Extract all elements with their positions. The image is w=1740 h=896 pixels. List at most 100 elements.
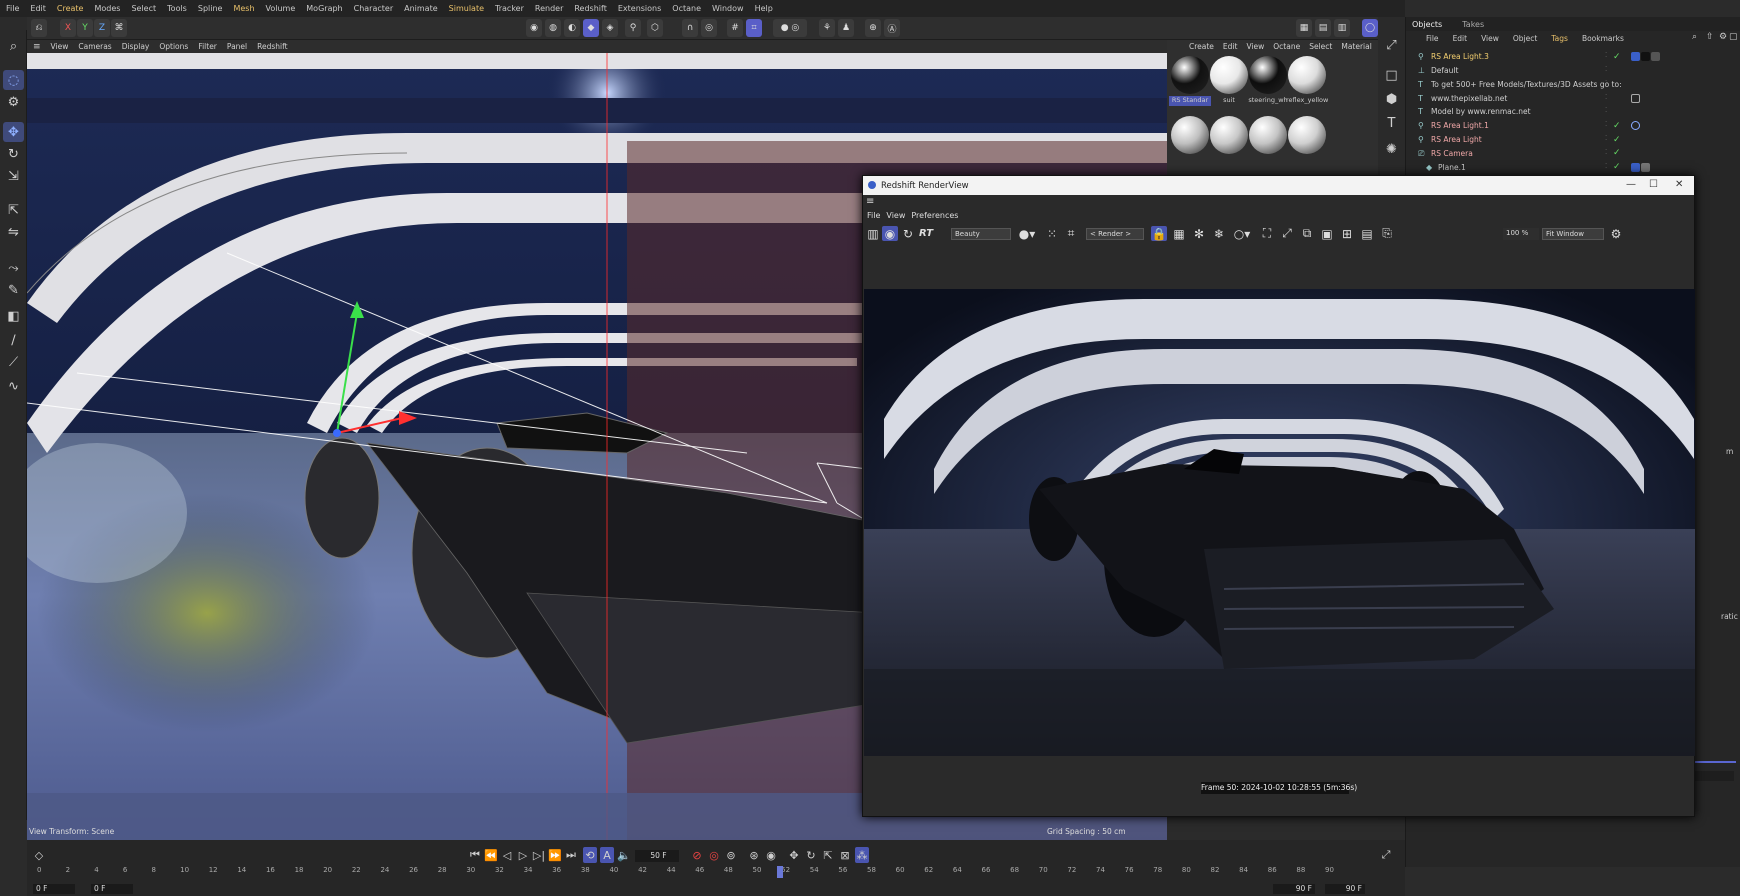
settings-icon[interactable]: ⚙	[1719, 32, 1727, 42]
maximize-icon[interactable]: ☐	[1649, 179, 1658, 190]
redshift-render-icon[interactable]: ◯	[1362, 19, 1378, 37]
object-row[interactable]: ⚲ RS Area Light.1 ⁚ ✓	[1406, 119, 1740, 133]
visibility-dots-icon[interactable]: ⁚	[1605, 120, 1613, 131]
next-frame-icon[interactable]: ▷|	[532, 847, 546, 863]
viewport-menu-options[interactable]: Options	[159, 42, 188, 51]
channel-icon[interactable]: ●▾	[1017, 226, 1037, 241]
object-row[interactable]: T To get 500+ Free Models/Textures/3D Ass…	[1406, 78, 1740, 92]
model-mode-icon[interactable]: ◆	[583, 19, 599, 37]
snap-icon[interactable]: ◎	[701, 19, 717, 37]
menu-file[interactable]: File	[6, 4, 19, 13]
snowflake-icon[interactable]: ❄	[1211, 226, 1227, 241]
timeline-expand-icon[interactable]: ⤢	[1379, 847, 1393, 863]
material-swatch[interactable]	[1210, 116, 1248, 154]
knife-icon[interactable]: ∕	[3, 330, 24, 350]
material-swatch[interactable]	[1171, 56, 1209, 94]
coord-system-icon[interactable]: ⌘	[111, 19, 127, 37]
scale-key-icon[interactable]: ✥	[787, 847, 801, 863]
preview-end-field[interactable]: 90 F	[1273, 884, 1315, 894]
edit-render-settings-icon[interactable]: ▥	[1334, 19, 1350, 37]
material-menu-create[interactable]: Create	[1189, 42, 1214, 51]
selection-icon[interactable]: ◌	[3, 70, 24, 90]
object-row[interactable]: ◆ Plane.1 ⁚ ✓	[1406, 160, 1740, 174]
visibility-dots-icon[interactable]: ⁚	[1605, 93, 1613, 104]
magnet-tool-icon[interactable]: ∿	[3, 376, 24, 396]
spline-pen-icon[interactable]: ⤳	[3, 258, 24, 278]
cube-outline-icon[interactable]: □	[1381, 65, 1402, 85]
circle-dropdown-icon[interactable]: ○▾	[1231, 226, 1253, 241]
preview-start-field[interactable]: 0 F	[91, 884, 133, 894]
undo-icon[interactable]: ⎌	[31, 19, 47, 37]
material-tag-icon[interactable]	[1631, 162, 1640, 172]
material-swatch[interactable]	[1249, 56, 1287, 94]
material-tag-icon[interactable]	[1641, 52, 1650, 62]
go-to-start-icon[interactable]: ⏮	[468, 847, 482, 863]
render-start-icon[interactable]: ◉	[882, 226, 898, 241]
compare-icon[interactable]: ⧉	[1299, 226, 1315, 241]
material-menu-octane[interactable]: Octane	[1273, 42, 1300, 51]
menu-tracker[interactable]: Tracker	[495, 4, 524, 13]
visibility-dots-icon[interactable]: ⁚	[1605, 106, 1613, 117]
redshift-object-icon[interactable]: ✺	[1381, 139, 1402, 159]
material-tag-icon[interactable]	[1641, 162, 1650, 172]
bridge-icon[interactable]: ⟋	[3, 352, 24, 372]
keyframe-selection-icon[interactable]: ⊚	[724, 847, 738, 863]
point-mode-icon[interactable]: ◍	[545, 19, 561, 37]
tab-objects[interactable]: Objects	[1412, 20, 1442, 29]
camera-icon[interactable]: ⊕	[865, 19, 881, 37]
zoom-field[interactable]: 100 %	[1503, 228, 1539, 240]
objects-menu-object[interactable]: Object	[1513, 34, 1537, 43]
renderview-menu-view[interactable]: View	[886, 211, 905, 220]
edge-mode-icon[interactable]: ◐	[564, 19, 580, 37]
maximize-icon[interactable]: ▢	[1729, 32, 1738, 42]
fit-icon[interactable]: ⤢	[1279, 226, 1295, 241]
timeline-ruler[interactable]: 0 2 4 6 8 10 12 14 16 18 20 22 24 26 28 30 32 34 36 38 40 42 4…	[27, 866, 1370, 896]
search-icon[interactable]: ⌕	[3, 36, 24, 56]
add-object-icon[interactable]: ⤢	[1381, 35, 1402, 55]
magnet-icon[interactable]: ∩	[682, 19, 698, 37]
viewport-menu-redshift[interactable]: Redshift	[257, 42, 287, 51]
material-menu-material[interactable]: Material	[1341, 42, 1371, 51]
aov-select[interactable]: Beauty	[951, 228, 1011, 240]
live-select-icon[interactable]: ⚙	[3, 92, 24, 112]
start-frame-field[interactable]: 0 F	[33, 884, 75, 894]
history-snapshot-icon[interactable]: ▤	[1359, 226, 1375, 241]
move-icon[interactable]: ✥	[3, 122, 24, 142]
viewport-menu-filter[interactable]: Filter	[198, 42, 217, 51]
viewport-hamburger-icon[interactable]: ≡	[33, 42, 41, 52]
objects-menu-file[interactable]: File	[1426, 34, 1439, 43]
menu-simulate[interactable]: Simulate	[449, 4, 484, 13]
enabled-check-icon[interactable]: ✓	[1613, 52, 1621, 62]
text-tool-icon[interactable]: T	[1381, 113, 1402, 133]
material-swatch[interactable]	[1171, 116, 1209, 154]
menu-select[interactable]: Select	[131, 4, 156, 13]
save-image-icon[interactable]: ⎘	[1379, 226, 1395, 241]
material-menu-view[interactable]: View	[1246, 42, 1264, 51]
object-row[interactable]: Twww.thepixellab.net ⁚	[1406, 91, 1740, 105]
tweak-mode-icon[interactable]: ⬡	[647, 19, 663, 37]
material-swatch[interactable]	[1288, 56, 1326, 94]
grid-snap-icon[interactable]: #	[727, 19, 743, 37]
enabled-check-icon[interactable]: ✓	[1613, 162, 1621, 172]
workplane-icon[interactable]: ⌗	[746, 19, 762, 37]
renderview-menu-file[interactable]: File	[867, 211, 880, 220]
pla-key-icon[interactable]: ⇱	[821, 847, 835, 863]
clapper-icon[interactable]: ▥	[866, 226, 880, 241]
visibility-dots-icon[interactable]: ⁚	[1605, 79, 1613, 90]
hamburger-menu-icon[interactable]: ≡	[866, 196, 874, 207]
objects-menu-view[interactable]: View	[1481, 34, 1499, 43]
lock-camera-icon[interactable]: 🔒	[1151, 226, 1167, 241]
objects-menu-edit[interactable]: Edit	[1453, 34, 1468, 43]
record-icon[interactable]: ⊘	[690, 847, 704, 863]
menu-mesh[interactable]: Mesh	[233, 4, 254, 13]
menu-character[interactable]: Character	[354, 4, 394, 13]
history-icon[interactable]: ♟	[838, 19, 854, 37]
enabled-check-icon[interactable]: ✓	[1613, 121, 1621, 131]
menu-redshift[interactable]: Redshift	[574, 4, 606, 13]
interpolation-icon[interactable]: ⁂	[855, 847, 869, 863]
object-row[interactable]: T Model by www.renmac.net ⁚	[1406, 105, 1740, 119]
material-brush-icon[interactable]: ◧	[3, 306, 24, 326]
menu-edit[interactable]: Edit	[30, 4, 46, 13]
visibility-dots-icon[interactable]: ⁚	[1605, 51, 1613, 62]
freeze-icon[interactable]: ✻	[1191, 226, 1207, 241]
